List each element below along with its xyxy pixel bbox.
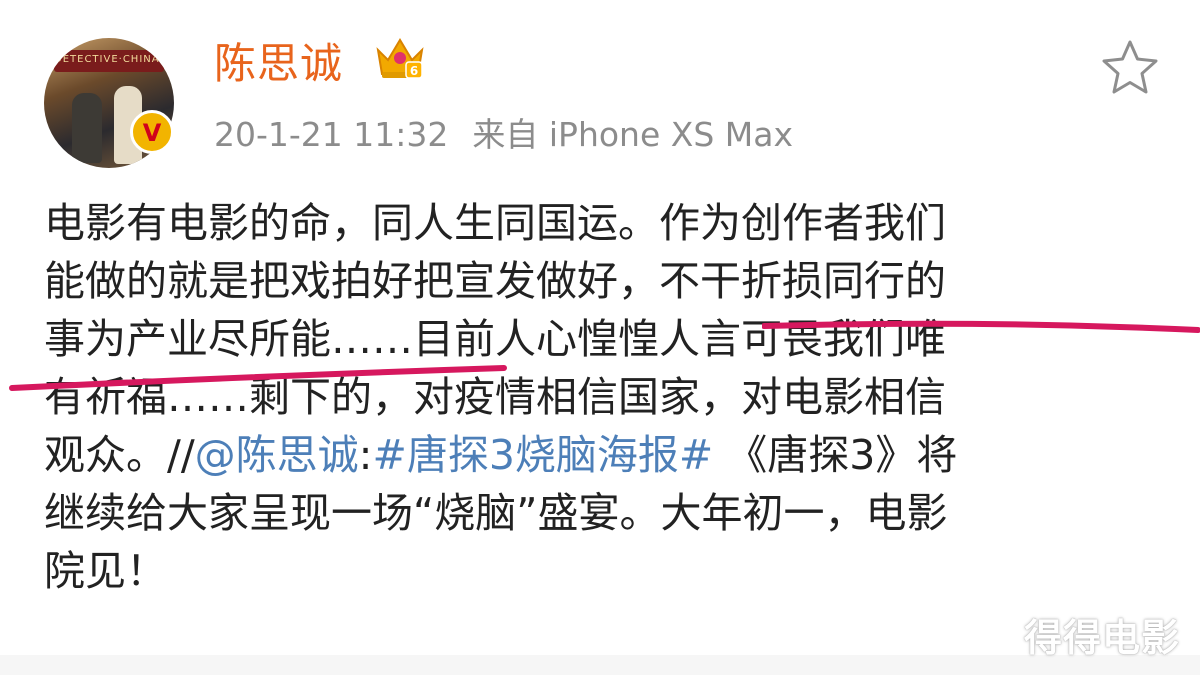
highlight-underline-2 xyxy=(9,365,507,391)
bottom-divider xyxy=(0,655,1200,675)
avatar-sign-text: DETECTIVE·CHINATOWN xyxy=(54,54,174,65)
verified-v-icon: V xyxy=(130,110,174,154)
svg-text:6: 6 xyxy=(410,64,418,78)
hashtag-link[interactable]: #唐探3烧脑海报# xyxy=(372,431,713,479)
verified-mark: V xyxy=(142,119,162,147)
post-line-7: 院见！ xyxy=(44,547,167,595)
username[interactable]: 陈思诚 xyxy=(214,30,343,91)
post-body: 电影有电影的命，同人生同国运。作为创作者我们 能做的就是把戏拍好把宣发做好，不干… xyxy=(44,194,1164,600)
post-timestamp: 20-1-21 11:32 xyxy=(214,115,449,154)
post-line-5: 观众。//@陈思诚:#唐探3烧脑海报# 《唐探3》将 xyxy=(44,426,1164,484)
avatar-figure-left xyxy=(72,93,102,163)
post-source: 来自 iPhone XS Max xyxy=(472,115,794,154)
highlight-underline-1 xyxy=(762,320,1200,333)
post-line-5-suffix: 《唐探3》将 xyxy=(713,431,958,479)
mention-colon: : xyxy=(358,431,373,479)
post-line-1: 电影有电影的命，同人生同国运。作为创作者我们 xyxy=(44,199,946,247)
post-line-2: 能做的就是把戏拍好把宣发做好，不干折损同行的 xyxy=(44,257,946,305)
watermark: 得得电影 xyxy=(1024,616,1181,660)
crown-badge-icon: 6 xyxy=(376,38,424,79)
post-meta: 20-1-21 11:32 来自 iPhone XS Max xyxy=(214,108,793,156)
avatar-sign: DETECTIVE·CHINATOWN xyxy=(54,50,174,72)
mention-link[interactable]: @陈思诚 xyxy=(195,431,359,479)
post-line-6: 继续给大家呈现一场“烧脑”盛宴。大年初一，电影 xyxy=(44,489,948,537)
star-favorite-icon[interactable] xyxy=(1100,38,1160,96)
post-line-5-prefix: 观众。// xyxy=(44,431,195,479)
